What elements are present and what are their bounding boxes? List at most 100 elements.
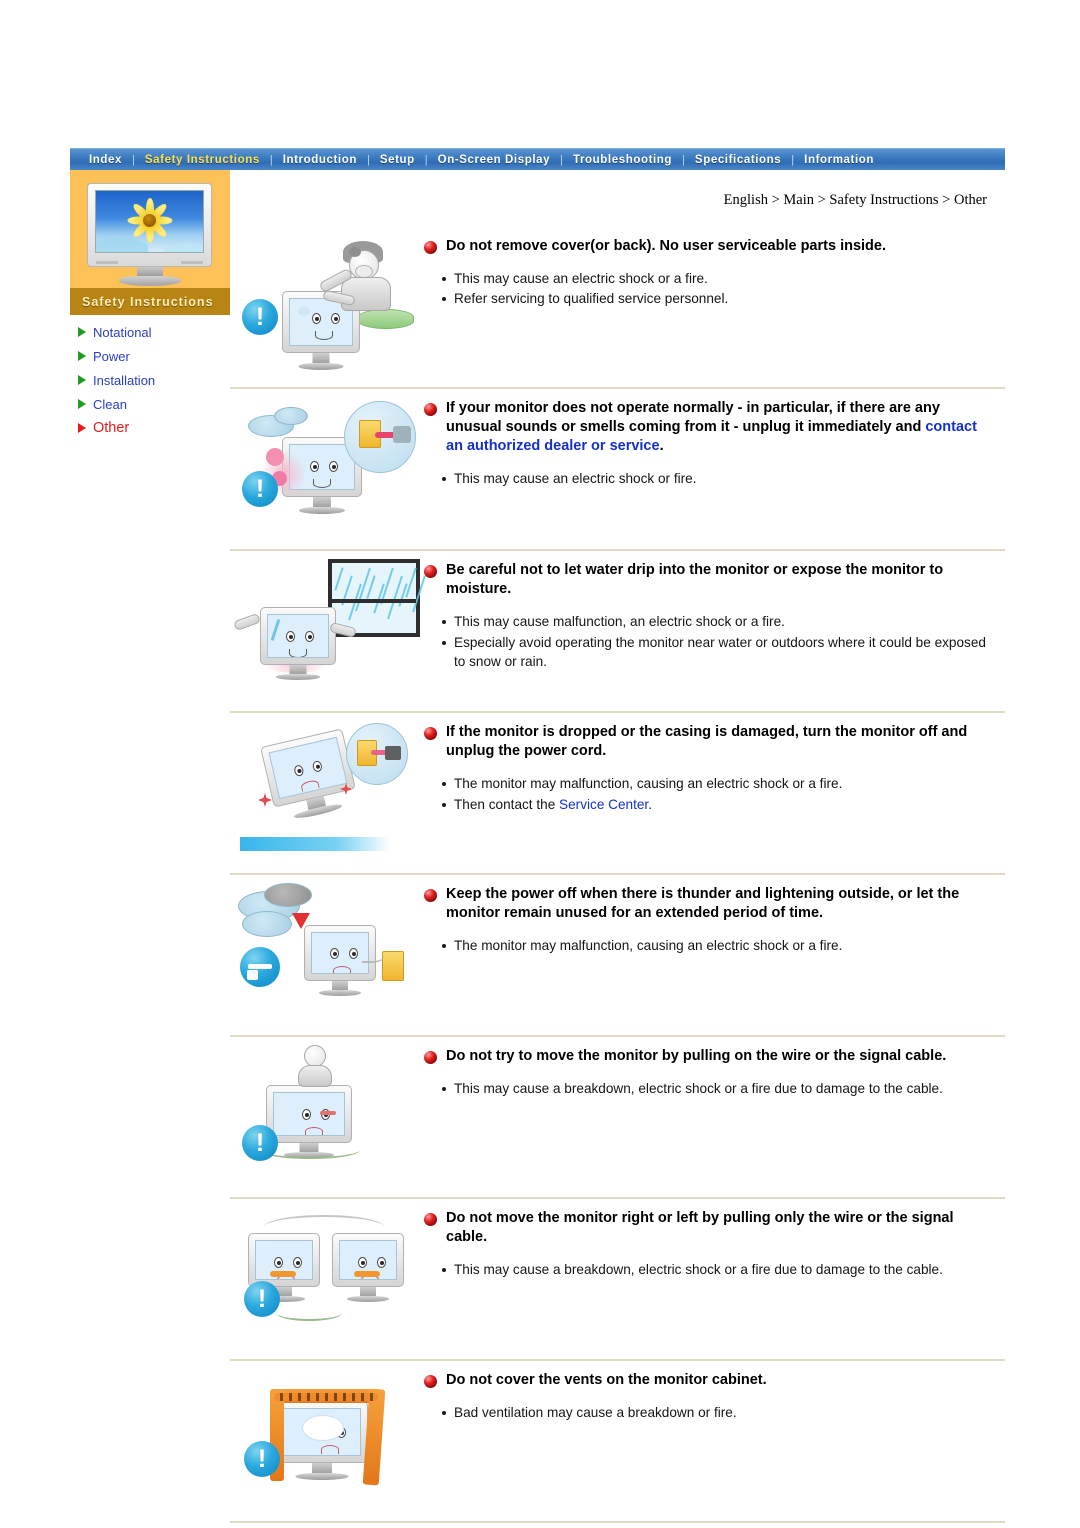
plug-head-icon [393,426,411,443]
monitor-bezel [266,1085,352,1143]
floor-surface [240,837,390,851]
sidebar-item-label: Clean [93,396,127,412]
monitor-illustration [260,728,356,821]
section-bullet-list: Bad ventilation may cause a breakdown or… [424,1403,995,1422]
monitor-face-eye [330,948,339,959]
sidebar-item-power[interactable]: Power [78,344,248,368]
arrow-right-icon [78,375,86,385]
monitor-illustration [248,1233,320,1302]
monitor-illustration [276,1401,368,1480]
section-heading: Do not try to move the monitor by pullin… [424,1047,995,1066]
prohibition-bar [248,964,272,969]
monitor-arm-left [233,612,261,632]
monitor-base [319,990,361,996]
bullet-item: The monitor may malfunction, causing an … [424,936,995,955]
bullet-text-run: . [648,796,652,812]
illustration-moving-monitor-sideways: ! [230,1203,420,1343]
section-body: Be careful not to let water drip into th… [420,555,1005,672]
monitor-screen [339,1240,397,1280]
sidebar-item-label: Power [93,348,130,364]
topnav-item-on-screen-display[interactable]: On-Screen Display [429,154,559,166]
monitor-bezel [248,1233,320,1287]
monitor-base [295,1473,349,1480]
safety-section: ! Do not try to move the monitor by pulli… [230,1037,1005,1199]
section-bullet-list: The monitor may malfunction, causing an … [424,936,995,955]
move-arrow [270,1271,296,1277]
monitor-face-eye [377,1257,386,1268]
sidebar-item-other[interactable]: Other [78,416,248,440]
signal-cable [276,1305,342,1321]
section-body: If the monitor is dropped or the casing … [420,717,1005,815]
topnav-item-specifications[interactable]: Specifications [686,154,790,166]
monitor-base [298,363,344,370]
bullet-text-run: Then contact the [454,796,560,812]
monitor-base [276,674,320,680]
safety-section: ! Do not move the monitor right or left b… [230,1199,1005,1361]
monitor-neck [313,497,331,507]
monitor-face-eye [286,631,295,642]
section-bullet-list: This may cause a breakdown, electric sho… [424,1260,995,1279]
section-body: Do not remove cover(or back). No user se… [420,231,1005,310]
sidebar-item-label: Notational [93,324,152,340]
heading-text-run: If your monitor does not operate normall… [446,400,940,436]
red-sphere-bullet-icon [424,565,437,578]
content-panel: English > Main > Safety Instructions > O… [230,170,1005,1523]
section-body: If your monitor does not operate normall… [420,393,1005,490]
monitor-face-eye [329,461,338,472]
bullet-item: The monitor may malfunction, causing an … [424,774,995,793]
monitor-face-mouth [289,649,307,657]
topnav-item-information[interactable]: Information [795,154,883,166]
monitor-screen [273,1092,345,1136]
monitor-face-mouth [321,1445,339,1454]
bullet-item: Refer servicing to qualified service per… [424,289,995,308]
topnav-item-index[interactable]: Index [80,154,131,166]
alert-marker [266,448,284,466]
safety-section: ! Do not cover the vents on the monitor c… [230,1361,1005,1523]
safety-section: If the monitor is dropped or the casing … [230,713,1005,875]
illustration-smoking-monitor-unplug: ! [230,393,420,533]
section-bullet-list: The monitor may malfunction, causing an … [424,774,995,814]
sidebar-item-label: Other [93,420,130,436]
section-heading: Keep the power off when there is thunder… [424,885,995,923]
topnav-item-safety-instructions[interactable]: Safety Instructions [136,154,269,166]
bullet-link[interactable]: Service Center [559,797,648,812]
monitor-face-eye [293,1257,302,1268]
bullet-item: This may cause a breakdown, electric sho… [424,1260,995,1279]
person-figure [288,1043,348,1089]
topnav-item-introduction[interactable]: Introduction [274,154,366,166]
person-torso [298,1065,332,1087]
plug-glyph [247,970,258,980]
monitor-screen [267,614,329,658]
storm-cloud-dark [264,883,312,907]
screen-detail [298,307,310,316]
storm-cloud [242,911,292,937]
warning-exclamation-icon: ! [244,1281,280,1317]
red-sphere-bullet-icon [424,403,437,416]
illustration-dropped-monitor [230,717,420,857]
bullet-item: This may cause an electric shock or a fi… [424,269,995,288]
window-mullion [332,599,416,603]
sidebar-section-title: Safety Instructions [70,288,230,315]
illustration-technician-opening-monitor: ! [230,231,420,371]
monitor-sunflower-thumbnail [87,183,212,286]
arrow-right-icon [78,399,86,409]
monitor-neck [312,353,330,363]
sidebar-item-notational[interactable]: Notational [78,320,248,344]
illustration-covered-vents-monitor: ! [230,1365,420,1505]
bullet-item: Then contact the Service Center. [424,795,995,814]
heading-text-run: Do not try to move the monitor by pullin… [446,1048,947,1064]
monitor-face-eye [349,948,358,959]
sidebar-item-installation[interactable]: Installation [78,368,248,392]
callout-bubble-unplug-cord [346,723,408,785]
heading-text-run: Do not move the monitor right or left by… [446,1210,954,1246]
topnav-item-setup[interactable]: Setup [371,154,424,166]
monitor-base [299,507,345,514]
topnav-item-troubleshooting[interactable]: Troubleshooting [564,154,681,166]
red-sphere-bullet-icon [424,241,437,254]
rain-streak [334,567,344,591]
move-arrow [354,1271,380,1277]
section-heading-text: Do not cover the vents on the monitor ca… [446,1371,995,1390]
pull-arrow [320,1111,336,1115]
monitor-face-mouth [313,479,331,488]
sidebar-item-clean[interactable]: Clean [78,392,248,416]
